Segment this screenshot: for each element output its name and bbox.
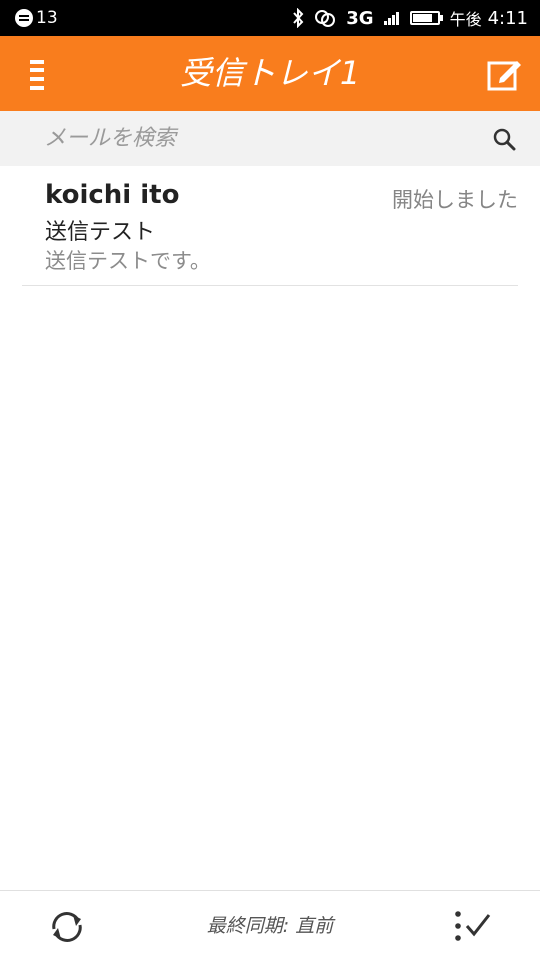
hamburger-menu-icon[interactable] bbox=[30, 60, 46, 90]
compose-icon[interactable] bbox=[486, 56, 522, 92]
link-icon bbox=[315, 10, 336, 27]
sync-status: 最終同期: 直前 bbox=[206, 915, 334, 937]
notification-icon bbox=[15, 9, 33, 27]
message-snippet: 送信テストです。 bbox=[45, 249, 211, 273]
signal-icon bbox=[383, 11, 400, 25]
search-bar bbox=[0, 111, 540, 166]
message-sender: koichi ito bbox=[45, 180, 180, 210]
app-header: 受信トレイ1 bbox=[0, 36, 540, 111]
refresh-icon[interactable] bbox=[46, 907, 88, 947]
list-item[interactable]: koichi ito 開始しました 送信テスト 送信テストです。 bbox=[22, 166, 518, 286]
bluetooth-icon bbox=[293, 8, 304, 28]
search-icon[interactable] bbox=[492, 127, 516, 151]
status-left: 13 bbox=[15, 0, 58, 36]
message-subject: 送信テスト bbox=[45, 220, 156, 245]
status-bar: 13 3G 午後 4:11 bbox=[0, 0, 540, 36]
notification-count: 13 bbox=[36, 8, 58, 28]
battery-icon bbox=[409, 11, 443, 25]
status-right: 3G 午後 4:11 bbox=[282, 0, 528, 36]
message-date: 開始しました bbox=[392, 188, 518, 212]
network-type: 3G bbox=[346, 7, 374, 29]
edit-mode-icon[interactable] bbox=[454, 909, 496, 943]
page-title: 受信トレイ1 bbox=[179, 54, 361, 92]
search-input[interactable] bbox=[44, 119, 464, 157]
bottom-toolbar: 最終同期: 直前 bbox=[0, 890, 540, 961]
clock: 4:11 bbox=[487, 7, 528, 29]
time-prefix: 午後 bbox=[449, 10, 482, 29]
